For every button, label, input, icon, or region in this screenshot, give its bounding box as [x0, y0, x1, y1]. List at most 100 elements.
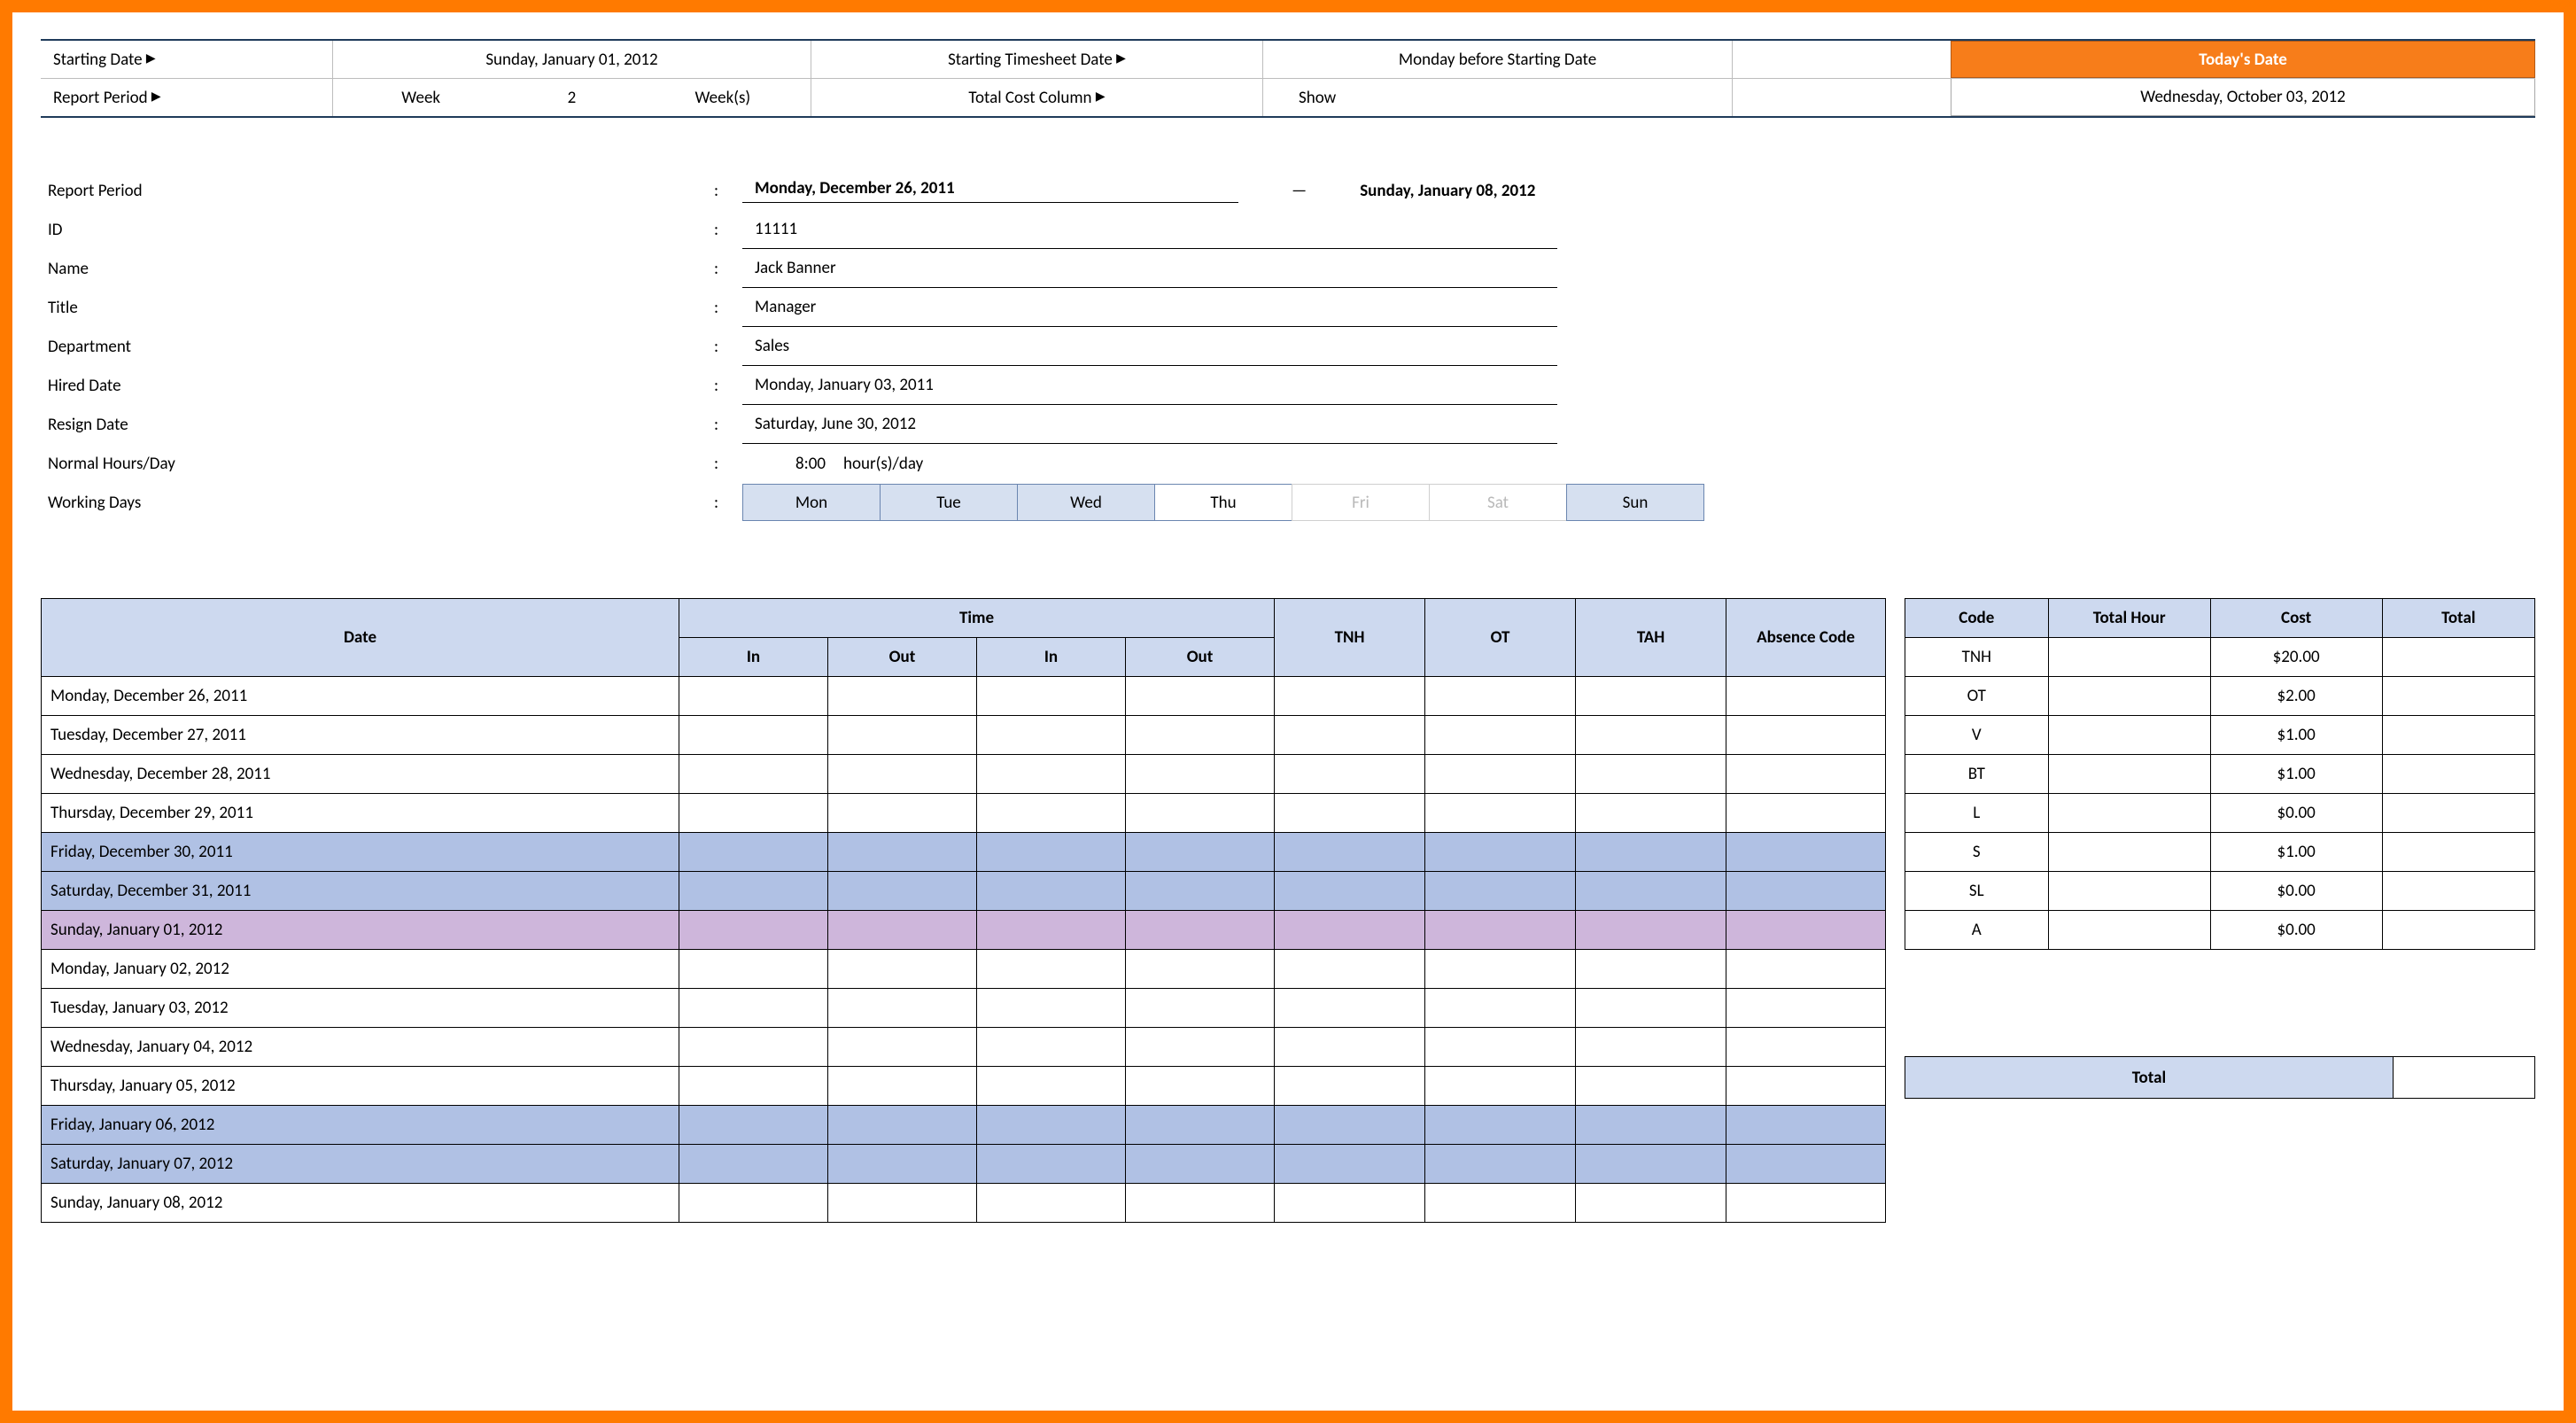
- ot-cell[interactable]: [1425, 755, 1576, 794]
- abs-cell[interactable]: [1726, 950, 1886, 989]
- in-cell[interactable]: [679, 794, 828, 833]
- ot-cell[interactable]: [1425, 1145, 1576, 1184]
- in-cell[interactable]: [977, 1106, 1126, 1145]
- hours-cell[interactable]: [2048, 911, 2210, 950]
- in-cell[interactable]: [679, 911, 828, 950]
- out-cell[interactable]: [1126, 911, 1275, 950]
- tnh-cell[interactable]: [1275, 989, 1425, 1028]
- out-cell[interactable]: [828, 794, 977, 833]
- cost-cell[interactable]: $0.00: [2210, 911, 2382, 950]
- hours-cell[interactable]: [2048, 833, 2210, 872]
- out-cell[interactable]: [1126, 1106, 1275, 1145]
- tah-cell[interactable]: [1576, 1145, 1726, 1184]
- in-cell[interactable]: [679, 1067, 828, 1106]
- out-cell[interactable]: [828, 1106, 977, 1145]
- in-cell[interactable]: [977, 1067, 1126, 1106]
- out-cell[interactable]: [828, 1028, 977, 1067]
- total-value[interactable]: [2394, 1056, 2535, 1099]
- in-cell[interactable]: [679, 1028, 828, 1067]
- tnh-cell[interactable]: [1275, 911, 1425, 950]
- in-cell[interactable]: [679, 1184, 828, 1223]
- total-cell[interactable]: [2382, 677, 2534, 716]
- out-cell[interactable]: [828, 755, 977, 794]
- ot-cell[interactable]: [1425, 911, 1576, 950]
- in-cell[interactable]: [679, 1145, 828, 1184]
- day-mon[interactable]: Mon: [742, 484, 881, 521]
- ot-cell[interactable]: [1425, 1106, 1576, 1145]
- out-cell[interactable]: [828, 950, 977, 989]
- out-cell[interactable]: [1126, 1028, 1275, 1067]
- tnh-cell[interactable]: [1275, 833, 1425, 872]
- in-cell[interactable]: [977, 677, 1126, 716]
- department-value[interactable]: Sales: [742, 327, 1557, 366]
- hours-number[interactable]: 8:00: [795, 454, 826, 474]
- in-cell[interactable]: [977, 1145, 1126, 1184]
- abs-cell[interactable]: [1726, 1028, 1886, 1067]
- cost-cell[interactable]: $0.00: [2210, 872, 2382, 911]
- out-cell[interactable]: [828, 1145, 977, 1184]
- tnh-cell[interactable]: [1275, 1184, 1425, 1223]
- tah-cell[interactable]: [1576, 755, 1726, 794]
- cost-cell[interactable]: $1.00: [2210, 833, 2382, 872]
- in-cell[interactable]: [679, 755, 828, 794]
- tnh-cell[interactable]: [1275, 794, 1425, 833]
- tnh-cell[interactable]: [1275, 1145, 1425, 1184]
- ot-cell[interactable]: [1425, 794, 1576, 833]
- abs-cell[interactable]: [1726, 1184, 1886, 1223]
- out-cell[interactable]: [1126, 1067, 1275, 1106]
- out-cell[interactable]: [828, 989, 977, 1028]
- tnh-cell[interactable]: [1275, 677, 1425, 716]
- ot-cell[interactable]: [1425, 950, 1576, 989]
- tah-cell[interactable]: [1576, 1184, 1726, 1223]
- tah-cell[interactable]: [1576, 950, 1726, 989]
- hired-value[interactable]: Monday, January 03, 2011: [742, 366, 1557, 405]
- abs-cell[interactable]: [1726, 755, 1886, 794]
- tnh-cell[interactable]: [1275, 1067, 1425, 1106]
- tnh-cell[interactable]: [1275, 950, 1425, 989]
- tah-cell[interactable]: [1576, 716, 1726, 755]
- abs-cell[interactable]: [1726, 833, 1886, 872]
- in-cell[interactable]: [679, 833, 828, 872]
- tnh-cell[interactable]: [1275, 872, 1425, 911]
- in-cell[interactable]: [679, 677, 828, 716]
- total-cost-column-value[interactable]: Show: [1263, 79, 1733, 116]
- day-sun[interactable]: Sun: [1566, 484, 1704, 521]
- ot-cell[interactable]: [1425, 833, 1576, 872]
- tah-cell[interactable]: [1576, 989, 1726, 1028]
- out-cell[interactable]: [1126, 872, 1275, 911]
- tah-cell[interactable]: [1576, 794, 1726, 833]
- out-cell[interactable]: [828, 716, 977, 755]
- abs-cell[interactable]: [1726, 677, 1886, 716]
- id-value[interactable]: 11111: [742, 210, 1557, 249]
- total-cell[interactable]: [2382, 716, 2534, 755]
- abs-cell[interactable]: [1726, 794, 1886, 833]
- tah-cell[interactable]: [1576, 677, 1726, 716]
- abs-cell[interactable]: [1726, 716, 1886, 755]
- in-cell[interactable]: [977, 833, 1126, 872]
- tah-cell[interactable]: [1576, 1106, 1726, 1145]
- out-cell[interactable]: [828, 1184, 977, 1223]
- ot-cell[interactable]: [1425, 872, 1576, 911]
- in-cell[interactable]: [977, 794, 1126, 833]
- abs-cell[interactable]: [1726, 872, 1886, 911]
- cost-cell[interactable]: $1.00: [2210, 755, 2382, 794]
- out-cell[interactable]: [1126, 1184, 1275, 1223]
- in-cell[interactable]: [679, 989, 828, 1028]
- tah-cell[interactable]: [1576, 1067, 1726, 1106]
- in-cell[interactable]: [679, 872, 828, 911]
- total-cell[interactable]: [2382, 794, 2534, 833]
- out-cell[interactable]: [1126, 716, 1275, 755]
- in-cell[interactable]: [679, 1106, 828, 1145]
- out-cell[interactable]: [1126, 833, 1275, 872]
- out-cell[interactable]: [828, 911, 977, 950]
- in-cell[interactable]: [977, 716, 1126, 755]
- in-cell[interactable]: [977, 911, 1126, 950]
- in-cell[interactable]: [679, 716, 828, 755]
- ot-cell[interactable]: [1425, 716, 1576, 755]
- cost-cell[interactable]: $2.00: [2210, 677, 2382, 716]
- tah-cell[interactable]: [1576, 1028, 1726, 1067]
- hours-cell[interactable]: [2048, 638, 2210, 677]
- out-cell[interactable]: [1126, 677, 1275, 716]
- ot-cell[interactable]: [1425, 1028, 1576, 1067]
- hours-cell[interactable]: [2048, 677, 2210, 716]
